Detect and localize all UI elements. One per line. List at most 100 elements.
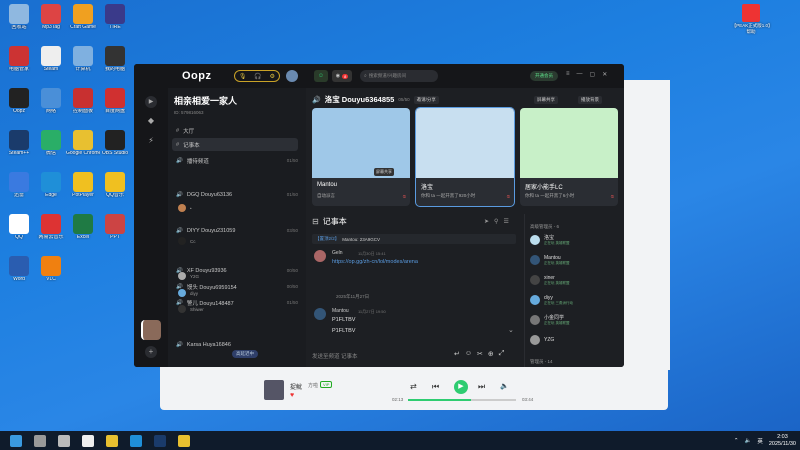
search-icon[interactable] [34,434,46,447]
lightning-icon[interactable]: ⚡ [145,136,157,148]
oopz-icon[interactable] [82,434,94,447]
desktop-icon-topright[interactable]: 【PEAK正式版1.0】帮助 [732,4,770,35]
friends-icon[interactable]: ☺ [314,70,328,82]
channel-0[interactable]: # 大厅 [172,124,298,137]
expand-icon[interactable]: ⤢ [499,350,505,358]
desktop-icon[interactable]: Steam++ [2,130,36,156]
next-icon[interactable]: ⏭ [478,382,485,392]
member-item[interactable]: Shiwer [178,304,204,314]
close-icon[interactable]: ✕ [602,71,607,78]
member-item[interactable]: • [178,203,192,213]
voice-user-card[interactable]: Mantou 自动派言 屏幕共享 ⦸ [312,108,410,206]
desktop-icon[interactable]: 电脑管家 [2,46,36,72]
play-icon[interactable]: ▶ [145,96,157,108]
channel-1[interactable]: # 记事本 [172,138,298,151]
admin-member[interactable]: diyy 正在玩 三角洲行动 [530,292,573,308]
send-icon[interactable]: ➤ [484,218,489,225]
notification-button[interactable]: ◉ 8 [332,70,352,82]
chrome-icon[interactable] [106,434,118,447]
screen-share-button[interactable]: 屏幕共享 [534,96,558,104]
admin-member[interactable]: YZG [530,332,554,348]
return-icon[interactable]: ↵ [454,350,460,358]
language-indicator[interactable]: 英 [757,437,763,445]
desktop-icon[interactable]: 微信 [34,130,68,156]
heart-icon[interactable]: ♥ [290,392,294,399]
shuffle-icon[interactable]: ⇄ [410,382,417,391]
desktop-icon[interactable]: PPT [98,214,132,240]
desktop-icon[interactable]: 网易云音乐 [34,214,68,240]
admin-member[interactable]: 小金同学 正在玩 英雄联盟 [530,312,569,328]
emoji-icon[interactable]: ☺ [465,350,472,358]
chevron-up-icon[interactable]: ⌃ [734,438,739,444]
channel-3[interactable]: 🔊 DGQ Douyu63136 01/50 [172,188,298,201]
open-vip-button[interactable]: 开通会员 [530,71,558,81]
message-text[interactable]: https://op.gg/zh-cn/lol/modes/arena [332,259,418,265]
desktop-icon[interactable]: Oopz [2,88,36,114]
diamond-icon[interactable]: ◆ [145,116,157,128]
member-item[interactable]: diyy [178,288,198,298]
menu-icon[interactable]: ≡ [566,71,570,78]
desktop-icon[interactable]: QQ [2,214,36,240]
admin-member[interactable]: xiner 正在玩 英雄联盟 [530,272,569,288]
edge-icon[interactable] [130,434,142,447]
desktop-icon[interactable]: Excel [66,214,100,240]
desktop-icon[interactable]: VLC [34,256,68,282]
volume-icon[interactable]: 🔈 [500,382,509,390]
speaker-icon[interactable]: 🔈 [745,438,752,444]
message-author[interactable]: Geln [332,250,343,256]
desktop-icon[interactable]: QQ音乐 [98,172,132,198]
avatar[interactable] [314,308,326,320]
progress-track[interactable] [408,399,516,401]
desktop-icon[interactable]: 回收站 [2,4,36,30]
member-item[interactable]: Y2G [178,271,199,281]
members-icon[interactable]: ☰ [503,218,508,225]
desktop-icon[interactable]: 计算机 [66,46,100,72]
explorer-icon[interactable] [178,434,190,447]
desktop-icon[interactable]: 控制面板 [66,88,100,114]
clock[interactable]: 2:03 2025/11/30 [769,434,796,447]
user-avatar[interactable] [286,70,298,82]
voice-user-card[interactable]: 洛宝 你和 ta 一起开黑了920小时 ⦸ [415,107,515,207]
windows-icon[interactable] [10,434,22,447]
maximize-icon[interactable]: ▢ [590,71,596,78]
admin-member[interactable]: 洛宝 正在玩 英雄联盟 [530,232,569,248]
gear-icon[interactable]: ⚙ [270,73,275,80]
bg-music-button[interactable]: 播放背景 [578,96,602,104]
chevron-down-icon[interactable]: ⌄ [508,326,514,334]
server-avatar[interactable] [141,320,161,340]
admin-member[interactable]: Mantou 正在玩 英雄联盟 [530,252,569,268]
prev-icon[interactable]: ⏮ [432,382,439,392]
steam-icon[interactable] [154,434,166,447]
desktop-icon[interactable]: OBS Studio [98,130,132,156]
desktop-icon[interactable]: TIRE [98,4,132,30]
taskview-icon[interactable] [58,434,70,447]
member-item[interactable]: Cc [178,236,196,246]
add-server-icon[interactable]: + [145,346,157,358]
desktop-icon[interactable]: 迅雷 [2,172,36,198]
plus-circle-icon[interactable]: ⊕ [488,350,494,358]
desktop-icon[interactable]: Mp3Tag [34,4,68,30]
minimize-icon[interactable]: — [577,71,583,78]
pinned-bar[interactable]: 【置顶2/2】 Mantou: 23A9GCV [312,234,516,244]
desktop-icon[interactable]: 网络 [34,88,68,114]
search-input[interactable]: ⌕ 搜索频道/兴趣房间 [360,70,438,82]
invite-button[interactable]: 邀请/分享 [413,95,439,104]
desktop-icon[interactable]: 我的电脑 [98,46,132,72]
desktop-icon[interactable]: Steam [34,46,68,72]
message-author[interactable]: Mantou [332,308,349,314]
mic-controls[interactable]: 🎙 🎧 ⚙ [234,70,280,82]
play-button[interactable]: ▶ [454,380,468,394]
pin-icon[interactable]: ⚲ [494,218,498,225]
desktop-icon[interactable]: Word [2,256,36,282]
channel-2[interactable]: 🔊 播待频道 01/50 [172,154,298,167]
scissors-icon[interactable]: ✂ [477,350,483,358]
desktop-icon[interactable]: Edge [34,172,68,198]
desktop-icon[interactable]: 百度网盘 [98,88,132,114]
headphone-icon[interactable]: 🎧 [254,73,261,80]
desktop-icon[interactable]: Craft Game [66,4,100,30]
voice-user-card[interactable]: 居家小能手LC 你和 ta 一起开黑了6小时 ⦸ [520,108,618,206]
avatar[interactable] [314,250,326,262]
desktop-icon[interactable]: PotPlayer [66,172,100,198]
channel-8[interactable]: 🔊 Karsa Huya16846 [172,338,298,351]
mic-icon[interactable]: 🎙 [239,73,247,80]
